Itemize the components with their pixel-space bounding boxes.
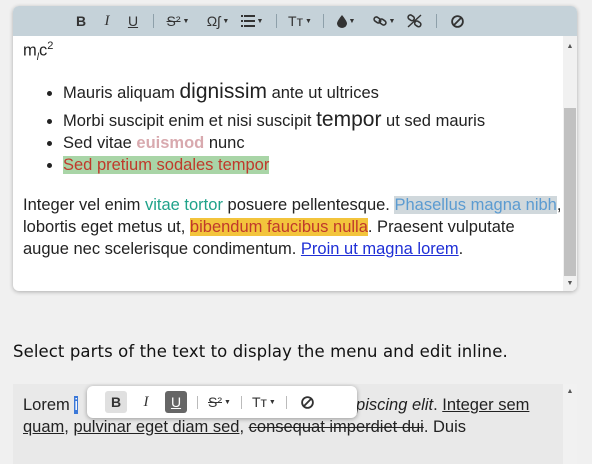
scroll-up-icon[interactable]: ▲ bbox=[563, 388, 577, 395]
italic-button[interactable]: I bbox=[135, 391, 157, 413]
chevron-down-icon: ▼ bbox=[222, 17, 230, 25]
popup-divider bbox=[285, 395, 287, 409]
underline-label: U bbox=[170, 394, 182, 410]
bullet-list: Mauris aliquam dignissim ante ut ultrice… bbox=[23, 80, 563, 176]
chevron-down-icon: ▼ bbox=[182, 17, 190, 25]
instructions-text: Select parts of the text to display the … bbox=[13, 342, 508, 361]
bold-button[interactable]: B bbox=[105, 391, 127, 413]
inline-format-popup: B I U S² ▼ Tт ▼ bbox=[87, 386, 357, 418]
editor-toolbar: B I U S² ▼ Ωʃ ▼ ▼ Tт ▼ ▼ ▼ bbox=[13, 6, 577, 36]
list-item: Morbi suscipit enim et nisi suscipit tem… bbox=[63, 108, 563, 132]
italic-label: I bbox=[104, 12, 110, 29]
script-dropdown[interactable]: S² ▼ bbox=[163, 6, 193, 36]
text-size-dropdown[interactable]: Tт ▼ bbox=[252, 391, 276, 413]
link-dropdown[interactable]: ▼ bbox=[367, 6, 401, 36]
selected-text: i bbox=[74, 396, 79, 414]
bold-label: B bbox=[75, 13, 87, 29]
droplet-icon bbox=[336, 14, 347, 28]
scrollbar-thumb[interactable] bbox=[564, 108, 576, 276]
list-dropdown[interactable]: ▼ bbox=[237, 6, 267, 36]
special-chars-label: Ωʃ bbox=[206, 13, 221, 29]
chevron-down-icon: ▼ bbox=[256, 17, 264, 25]
underline-button[interactable]: U bbox=[165, 391, 187, 413]
list-item: Sed pretium sodales tempor bbox=[63, 154, 563, 176]
paragraph: Integer vel enim vitae tortor posuere pe… bbox=[23, 195, 562, 258]
color-dropdown[interactable]: ▼ bbox=[333, 6, 359, 36]
popup-divider bbox=[240, 395, 242, 409]
chevron-down-icon: ▼ bbox=[305, 17, 312, 25]
script-label: S² bbox=[208, 394, 222, 410]
special-chars-dropdown[interactable]: Ωʃ ▼ bbox=[199, 6, 237, 36]
text-size-dropdown[interactable]: Tт ▼ bbox=[286, 6, 314, 36]
popup-divider bbox=[197, 395, 198, 409]
clear-format-icon bbox=[301, 395, 315, 409]
rich-text-editor[interactable]: B I U S² ▼ Ωʃ ▼ ▼ Tт ▼ ▼ ▼ mlc2 • Mauris… bbox=[13, 6, 577, 291]
chevron-down-icon: ▼ bbox=[268, 398, 276, 406]
list-item: Sed vitae euismod nunc bbox=[63, 132, 563, 154]
text-size-label: Tт bbox=[251, 394, 267, 410]
content-link[interactable]: Proin ut magna lorem bbox=[301, 240, 459, 258]
link-icon bbox=[372, 16, 387, 26]
script-label: S² bbox=[166, 13, 181, 29]
editor-scrollbar[interactable]: ▲ ▼ bbox=[563, 36, 577, 291]
clear-format-icon bbox=[450, 14, 464, 28]
chevron-down-icon: ▼ bbox=[388, 17, 396, 25]
script-dropdown[interactable]: S² ▼ bbox=[208, 391, 231, 413]
toolbar-divider bbox=[436, 14, 437, 28]
toolbar-divider bbox=[276, 14, 277, 28]
chevron-down-icon: ▼ bbox=[224, 398, 231, 406]
underline-label: U bbox=[127, 13, 139, 29]
text-size-label: Tт bbox=[288, 13, 304, 29]
bold-label: B bbox=[110, 394, 122, 410]
clear-formatting-button[interactable] bbox=[297, 391, 319, 413]
clear-formatting-button[interactable] bbox=[446, 6, 468, 36]
toolbar-divider bbox=[323, 14, 324, 28]
italic-label: I bbox=[143, 393, 149, 410]
inline-editor-scrollbar[interactable]: ▲ bbox=[563, 384, 577, 464]
underline-button[interactable]: U bbox=[122, 6, 144, 36]
list-item: Mauris aliquam dignissim ante ut ultrice… bbox=[63, 80, 563, 104]
scroll-up-icon[interactable]: ▲ bbox=[563, 40, 577, 54]
scroll-down-icon[interactable]: ▼ bbox=[563, 277, 577, 291]
toolbar-divider bbox=[153, 14, 154, 28]
chevron-down-icon: ▼ bbox=[348, 17, 356, 25]
editor-content[interactable]: mlc2 Mauris aliquam dignissim ante ut ul… bbox=[13, 36, 563, 291]
list-icon bbox=[240, 15, 255, 27]
unlink-button[interactable] bbox=[401, 6, 427, 36]
formula-fragment: mlc2 bbox=[23, 40, 54, 63]
bold-button[interactable]: B bbox=[70, 6, 92, 36]
unlink-icon bbox=[406, 14, 422, 28]
italic-button[interactable]: I bbox=[92, 6, 122, 36]
